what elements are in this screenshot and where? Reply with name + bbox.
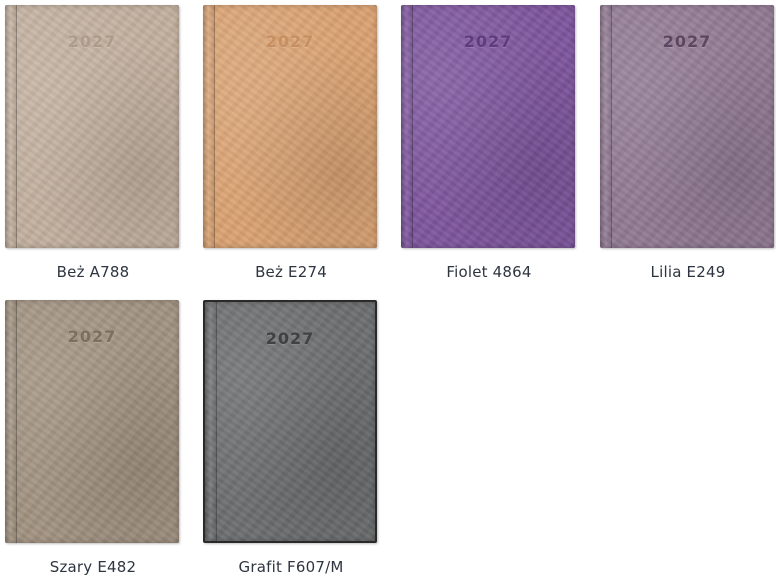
product-swatch-szary-e482[interactable]: 2027 Szary E482 <box>5 300 181 585</box>
embossed-year: 2027 <box>67 32 117 51</box>
planner-cover-image[interactable]: 2027 <box>5 300 179 543</box>
color-label: Fiolet 4864 <box>446 263 532 281</box>
planner-cover-image[interactable]: 2027 <box>203 5 377 248</box>
embossed-year: 2027 <box>662 32 712 51</box>
planner-cover-image[interactable]: 2027 <box>401 5 575 248</box>
product-swatch-lilia-e249[interactable]: 2027 Lilia E249 <box>600 5 776 290</box>
product-swatch-bez-a788[interactable]: 2027 Beż A788 <box>5 5 181 290</box>
product-swatch-grafit-f607m[interactable]: 2027 Grafit F607/M <box>203 300 379 585</box>
planner-cover-image[interactable]: 2027 <box>600 5 774 248</box>
color-label: Grafit F607/M <box>238 558 344 576</box>
planner-cover-image[interactable]: 2027 <box>5 5 179 248</box>
planner-cover-image[interactable]: 2027 <box>203 300 377 543</box>
color-label: Beż A788 <box>56 263 130 281</box>
color-label: Beż E274 <box>255 263 327 281</box>
embossed-year: 2027 <box>67 327 117 346</box>
embossed-year: 2027 <box>265 32 315 51</box>
product-swatch-fiolet-4864[interactable]: 2027 Fiolet 4864 <box>401 5 577 290</box>
product-swatch-bez-e274[interactable]: 2027 Beż E274 <box>203 5 379 290</box>
embossed-year: 2027 <box>463 32 513 51</box>
color-label: Szary E482 <box>49 558 137 576</box>
color-label: Lilia E249 <box>650 263 726 281</box>
embossed-year: 2027 <box>265 329 315 348</box>
